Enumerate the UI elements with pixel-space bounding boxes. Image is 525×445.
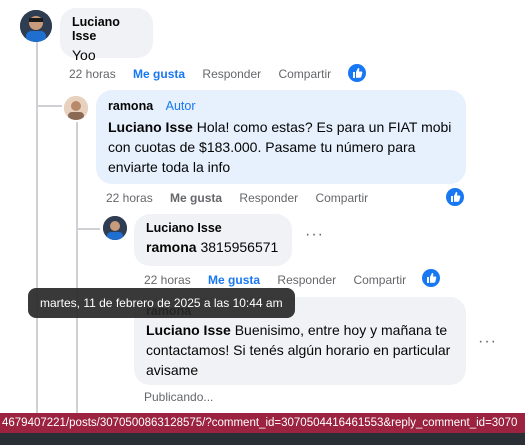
- like-button[interactable]: Me gusta: [170, 191, 222, 205]
- comment-text: ramona 3815956571: [146, 237, 280, 257]
- like-button[interactable]: Me gusta: [208, 273, 260, 287]
- reply-button[interactable]: Responder: [277, 273, 336, 287]
- like-reaction-icon[interactable]: [348, 64, 366, 82]
- user-photo-icon: [103, 216, 127, 240]
- share-button[interactable]: Compartir: [278, 67, 331, 81]
- timestamp-tooltip: martes, 11 de febrero de 2025 a las 10:4…: [28, 288, 295, 318]
- comment-time[interactable]: 22 horas: [144, 273, 191, 287]
- share-button[interactable]: Compartir: [315, 191, 368, 205]
- thread-line-branch-1: [36, 105, 62, 107]
- author-badge: Autor: [165, 99, 196, 113]
- comment-text: Yoo: [72, 47, 96, 63]
- user-photo-icon: [64, 96, 88, 120]
- comment-author[interactable]: Luciano Isse: [72, 15, 141, 43]
- comment-text: Luciano Isse Buenisimo, entre hoy y maña…: [146, 320, 454, 380]
- comment-message: 3815956571: [196, 239, 279, 255]
- more-options-icon[interactable]: ···: [478, 333, 497, 351]
- like-button[interactable]: Me gusta: [133, 67, 185, 81]
- mention-link[interactable]: Luciano Isse: [146, 322, 231, 338]
- taskbar: [0, 433, 525, 445]
- avatar[interactable]: [103, 216, 127, 240]
- mention-link[interactable]: Luciano Isse: [108, 119, 193, 135]
- comment-time[interactable]: 22 horas: [106, 191, 153, 205]
- share-button[interactable]: Compartir: [353, 273, 406, 287]
- avatar[interactable]: [64, 96, 88, 120]
- comment-actions: 22 horas Me gusta Responder Compartir: [69, 67, 345, 81]
- mention-link[interactable]: ramona: [146, 239, 197, 255]
- like-reaction-icon[interactable]: [446, 188, 464, 206]
- like-reaction-icon[interactable]: [422, 269, 440, 287]
- comment-author[interactable]: Luciano Isse: [146, 221, 280, 235]
- comment-actions: 22 horas Me gusta Responder Compartir: [144, 273, 420, 287]
- comment-time[interactable]: 22 horas: [69, 67, 116, 81]
- comment-bubble: Luciano Isse ramona 3815956571: [134, 214, 292, 266]
- comment-author[interactable]: ramona: [108, 99, 153, 113]
- reply-button[interactable]: Responder: [239, 191, 298, 205]
- thread-line-main: [36, 42, 38, 413]
- link-status-bar: 4679407221/posts/3070500863128575/?comme…: [0, 413, 525, 433]
- comment-header: ramona Autor: [108, 97, 454, 115]
- publishing-status: Publicando...: [144, 390, 214, 404]
- comment-text: Luciano Isse Hola! como estas? Es para u…: [108, 117, 454, 177]
- avatar[interactable]: [20, 10, 52, 42]
- more-options-icon[interactable]: ···: [305, 226, 324, 244]
- comment-bubble: Luciano Isse Yoo: [60, 8, 153, 63]
- comment-actions: 22 horas Me gusta Responder Compartir: [106, 191, 382, 205]
- thread-line-reply: [76, 122, 78, 413]
- user-photo-icon: [20, 10, 52, 42]
- reply-button[interactable]: Responder: [202, 67, 261, 81]
- thread-line-branch-2: [76, 228, 100, 230]
- comment-bubble: ramona Autor Luciano Isse Hola! como est…: [96, 90, 466, 184]
